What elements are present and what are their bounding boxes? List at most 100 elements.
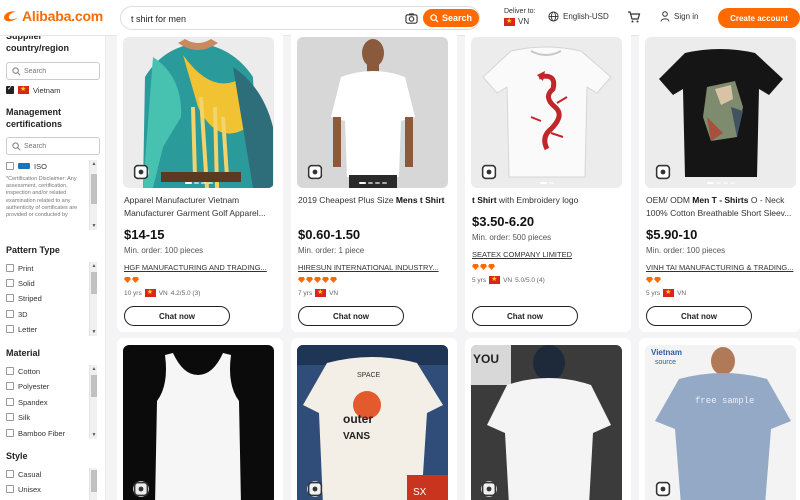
checkbox[interactable]: [6, 294, 14, 302]
checkbox[interactable]: [6, 485, 14, 493]
cert-search-input[interactable]: [24, 141, 94, 152]
product-card[interactable]: Apparel Manufacturer Vietnam Manufacture…: [117, 30, 283, 332]
scroll-down-icon[interactable]: ▼: [91, 432, 97, 438]
search-input[interactable]: [131, 11, 401, 26]
product-image[interactable]: [645, 37, 796, 188]
deliver-to[interactable]: Deliver to: VN: [504, 7, 536, 27]
product-image[interactable]: YOU: [471, 345, 622, 500]
carousel-dots[interactable]: [706, 182, 735, 184]
pattern-option[interactable]: 3D: [6, 308, 28, 320]
scroll-up-icon[interactable]: ▲: [91, 161, 97, 167]
pattern-scrollbar[interactable]: ▲ ▼: [89, 262, 97, 336]
checkbox[interactable]: [6, 310, 14, 318]
checkbox[interactable]: [6, 429, 14, 437]
scroll-up-icon[interactable]: ▲: [91, 263, 97, 269]
checkbox[interactable]: [6, 413, 14, 421]
chat-now-button[interactable]: Chat now: [472, 306, 578, 326]
checkbox-checked[interactable]: [6, 84, 14, 94]
material-option[interactable]: Silk: [6, 411, 30, 423]
carousel-dots[interactable]: [358, 182, 387, 184]
material-option[interactable]: Bamboo Fiber: [6, 427, 65, 439]
checkbox[interactable]: [6, 279, 14, 287]
chat-now-button[interactable]: Chat now: [646, 306, 752, 326]
sign-in-link[interactable]: Sign in: [660, 11, 698, 22]
language-label: English-USD: [563, 12, 609, 21]
carousel-dots[interactable]: [539, 182, 554, 184]
product-title[interactable]: 2019 Cheapest Plus Size Mens t Shirt: [298, 194, 450, 220]
country-search-input[interactable]: [24, 66, 94, 77]
alibaba-logo[interactable]: Alibaba.com: [2, 8, 103, 24]
image-search-icon[interactable]: [307, 481, 323, 497]
pattern-option[interactable]: Letter: [6, 323, 37, 335]
product-card[interactable]: SPACE outer VANS SX: [291, 338, 457, 500]
material-option[interactable]: Cotton: [6, 365, 40, 377]
pattern-option[interactable]: Striped: [6, 292, 42, 304]
language-selector[interactable]: English-USD: [548, 11, 609, 22]
scroll-down-icon[interactable]: ▼: [91, 329, 97, 335]
checkbox[interactable]: [6, 162, 14, 170]
checkbox[interactable]: [6, 367, 14, 375]
cert-option-iso[interactable]: ISO: [6, 160, 47, 172]
style-option[interactable]: Unisex: [6, 483, 41, 495]
product-card[interactable]: 2019 Cheapest Plus Size Mens t Shirt $0.…: [291, 30, 457, 332]
checkbox[interactable]: [6, 470, 14, 478]
product-image[interactable]: [471, 37, 622, 188]
supplier-rating-diamonds: [124, 277, 139, 283]
product-card[interactable]: OEM/ ODM Men T - Shirts O - Neck 100% Co…: [639, 30, 800, 332]
scroll-thumb[interactable]: [91, 375, 97, 397]
pattern-option[interactable]: Solid: [6, 277, 35, 289]
product-card[interactable]: [117, 338, 283, 500]
vietnam-flag-icon: [663, 287, 675, 298]
supplier-name[interactable]: HIRESUN INTERNATIONAL INDUSTRY...: [298, 263, 448, 272]
create-account-button[interactable]: Create account: [718, 8, 800, 28]
product-title[interactable]: Apparel Manufacturer Vietnam Manufacture…: [124, 194, 276, 220]
product-card[interactable]: t Shirt with Embroidery logo $3.50-6.20 …: [465, 30, 631, 332]
vietnam-flag-icon: [504, 16, 515, 27]
style-option[interactable]: Casual: [6, 468, 41, 480]
checkbox[interactable]: [6, 325, 14, 333]
supplier-name[interactable]: SEATEX COMPANY LIMITED: [472, 250, 622, 259]
cart-icon[interactable]: [627, 10, 641, 24]
material-option[interactable]: Polyester: [6, 380, 49, 392]
product-image[interactable]: [297, 37, 448, 188]
pattern-option-label: Print: [18, 263, 34, 273]
material-option[interactable]: Spandex: [6, 396, 48, 408]
product-title[interactable]: OEM/ ODM Men T - Shirts O - Neck 100% Co…: [646, 194, 798, 220]
scroll-up-icon[interactable]: ▲: [91, 366, 97, 372]
cert-scrollbar[interactable]: ▲ ▼: [89, 160, 97, 230]
camera-search-icon[interactable]: [405, 12, 418, 25]
checkbox[interactable]: [6, 398, 14, 406]
image-search-icon[interactable]: [481, 164, 497, 180]
search-button[interactable]: Search: [423, 9, 479, 27]
supplier-name[interactable]: VINH TAI MANUFACTURING & TRADING...: [646, 263, 796, 272]
carousel-dots[interactable]: [184, 182, 213, 184]
image-search-icon[interactable]: [655, 481, 671, 497]
checkbox[interactable]: [6, 382, 14, 390]
scroll-thumb[interactable]: [91, 470, 97, 492]
image-search-icon[interactable]: [655, 164, 671, 180]
image-search-icon[interactable]: [307, 164, 323, 180]
product-image[interactable]: [123, 37, 274, 188]
product-image[interactable]: Vietnam source free sample: [645, 345, 796, 500]
product-card[interactable]: Vietnam source free sample: [639, 338, 800, 500]
sign-in-label: Sign in: [674, 12, 699, 21]
country-option-vietnam[interactable]: Vietnam: [6, 84, 60, 96]
image-search-icon[interactable]: [133, 164, 149, 180]
product-image[interactable]: SPACE outer VANS SX: [297, 345, 448, 500]
material-scrollbar[interactable]: ▲ ▼: [89, 365, 97, 439]
chat-now-button[interactable]: Chat now: [124, 306, 230, 326]
product-card[interactable]: YOU: [465, 338, 631, 500]
image-search-icon[interactable]: [481, 481, 497, 497]
style-scrollbar[interactable]: [89, 468, 97, 500]
image-search-icon[interactable]: [133, 481, 149, 497]
supplier-name[interactable]: HGF MANUFACTURING AND TRADING...: [124, 263, 274, 272]
checkbox[interactable]: [6, 264, 14, 272]
scroll-down-icon[interactable]: ▼: [91, 223, 97, 229]
product-image[interactable]: [123, 345, 274, 500]
product-price: $3.50-6.20: [472, 214, 535, 229]
pattern-option[interactable]: Print: [6, 262, 33, 274]
scroll-thumb[interactable]: [91, 272, 97, 294]
vietnam-flag-icon: [144, 287, 156, 298]
chat-now-button[interactable]: Chat now: [298, 306, 404, 326]
scroll-thumb[interactable]: [91, 174, 97, 204]
